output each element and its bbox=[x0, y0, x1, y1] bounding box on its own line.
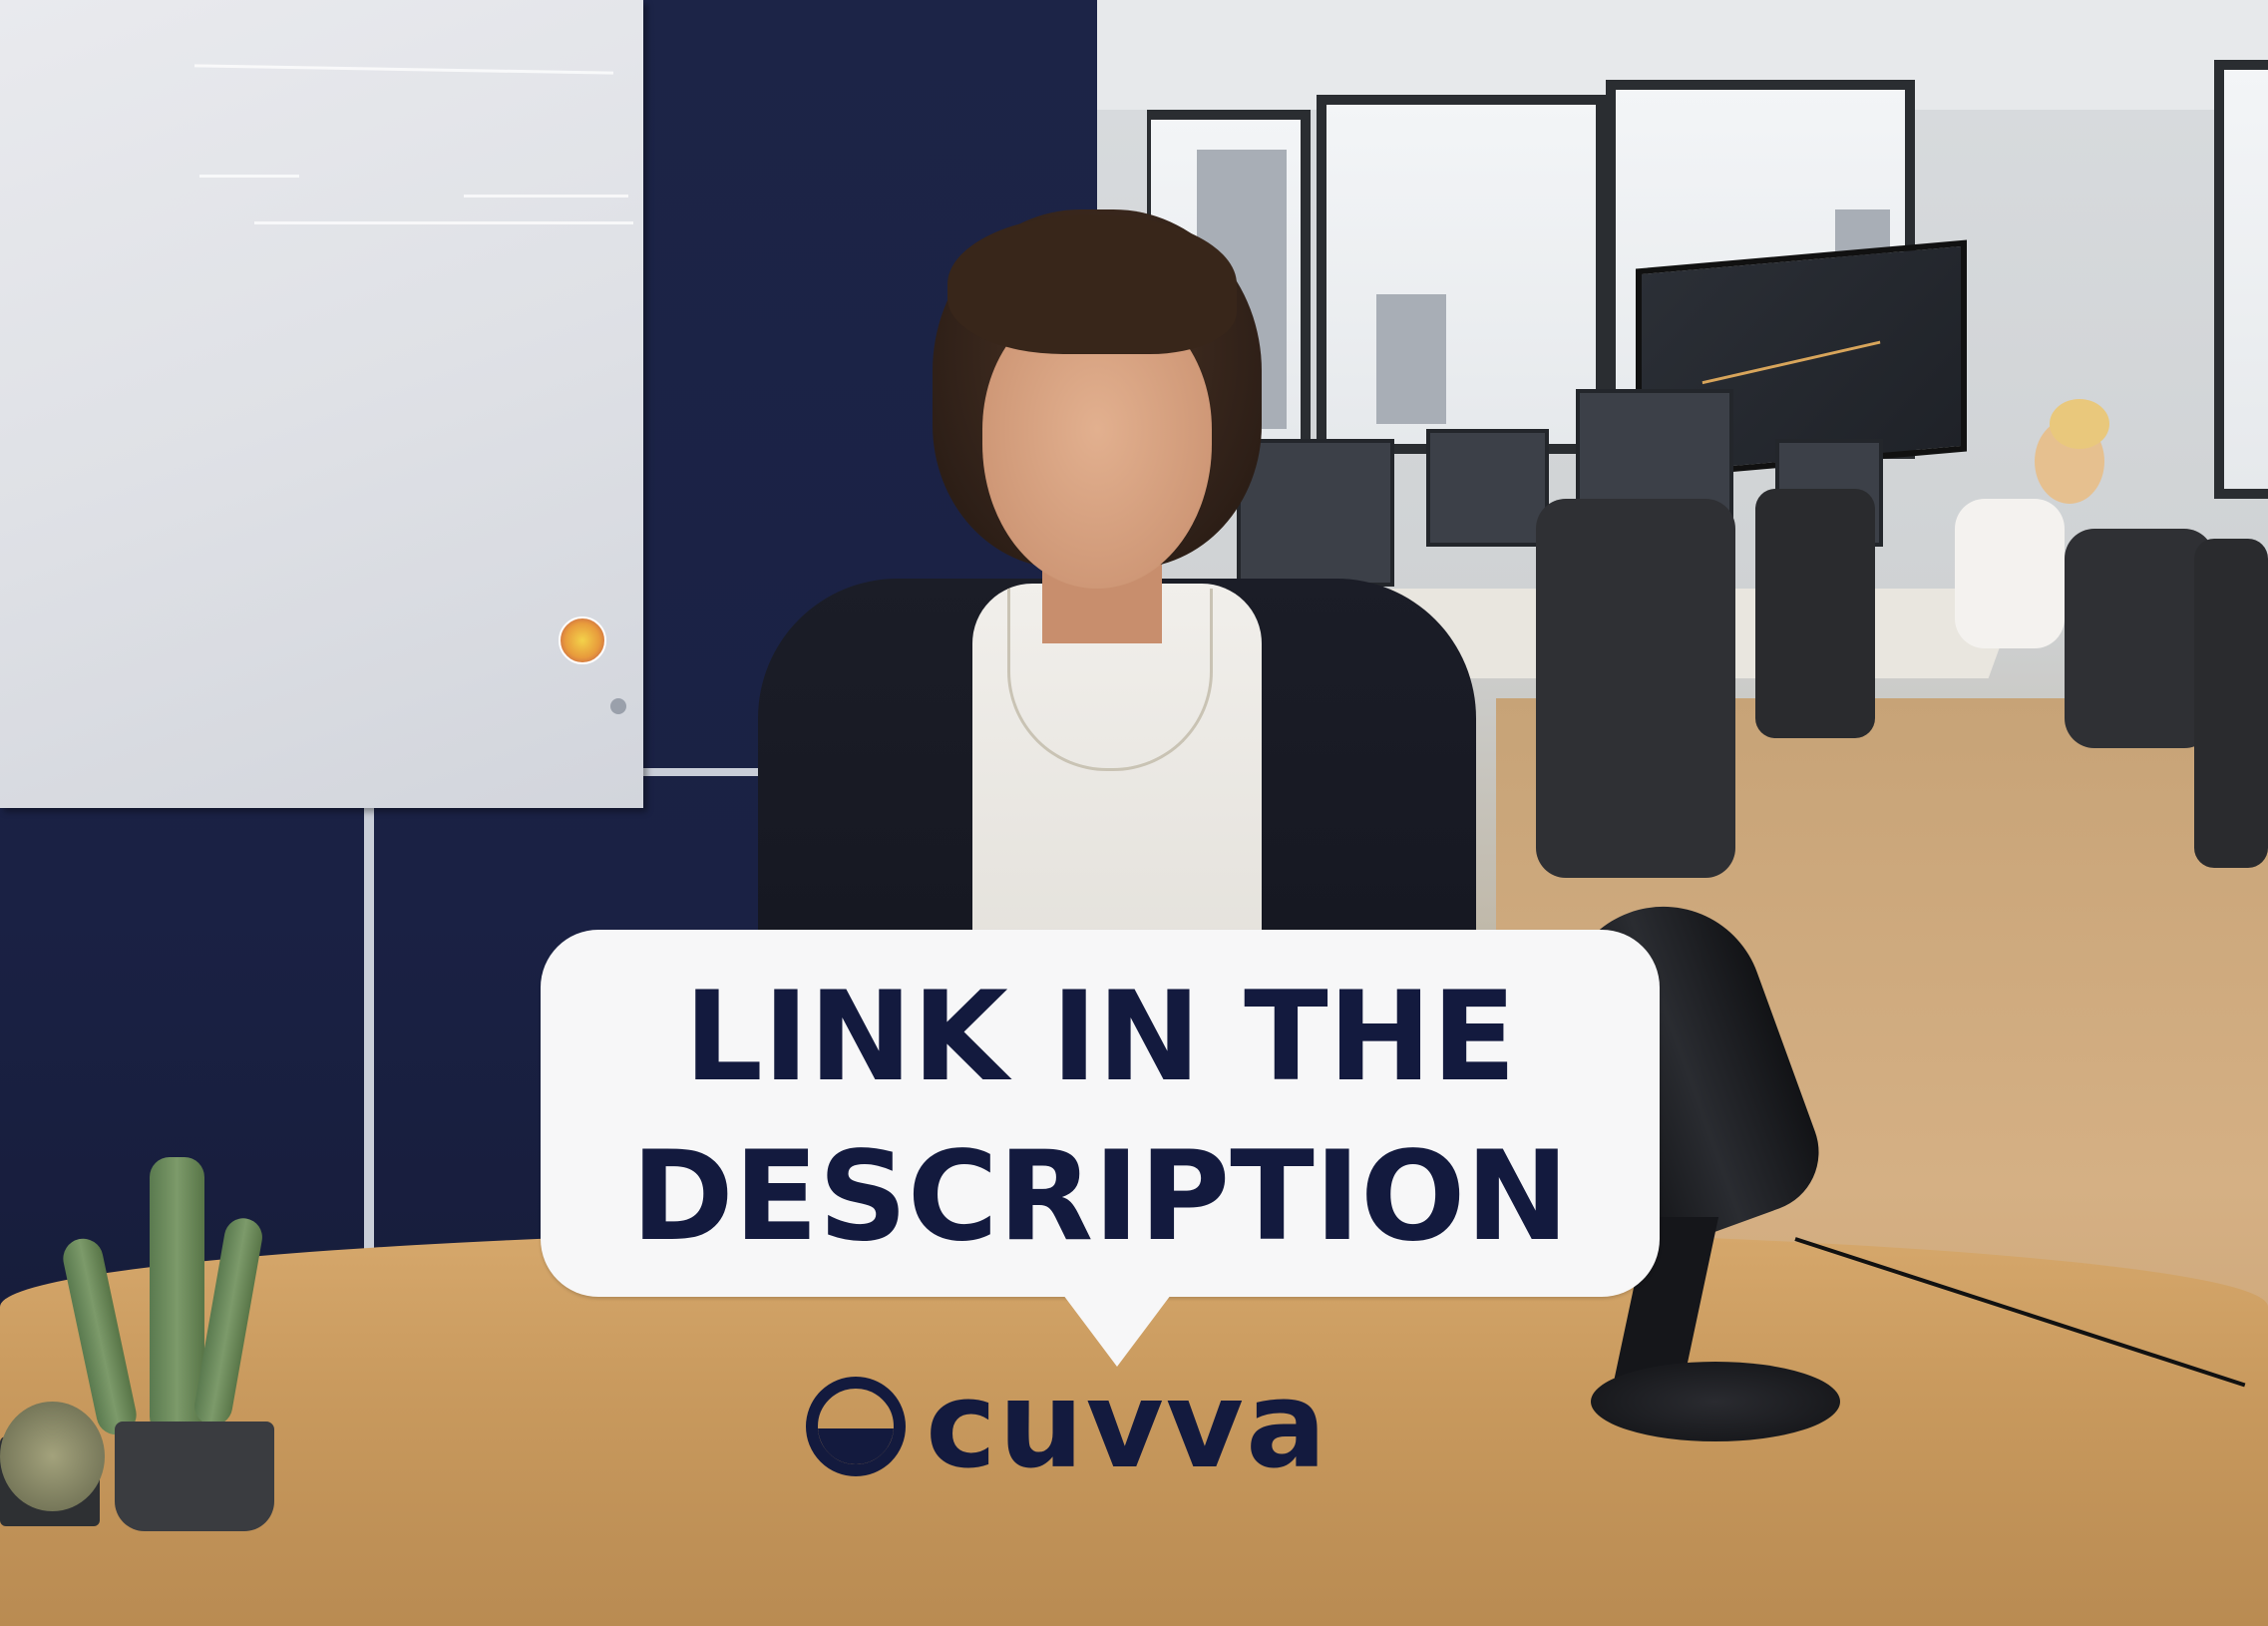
caption-line-1: LINK IN THE bbox=[683, 966, 1517, 1109]
caption-line-2: DESCRIPTION bbox=[630, 1125, 1570, 1269]
speech-bubble-tail bbox=[1057, 1287, 1177, 1367]
whiteboard-reflection bbox=[199, 175, 299, 178]
brand-name: cuvva bbox=[926, 1357, 1328, 1495]
presenter-fringe bbox=[947, 214, 1237, 354]
microphone-base bbox=[1591, 1362, 1840, 1441]
whiteboard-reflection bbox=[194, 64, 613, 75]
desk-monitor bbox=[1426, 429, 1549, 547]
round-cactus-icon bbox=[0, 1402, 105, 1511]
plant-pot bbox=[115, 1422, 274, 1531]
chair-jacket bbox=[2065, 529, 2214, 748]
chair-jacket bbox=[1536, 499, 1735, 878]
office-chair bbox=[2194, 539, 2268, 868]
video-frame: LINK IN THE DESCRIPTION cuvva bbox=[0, 0, 2268, 1626]
magnet-icon bbox=[610, 698, 626, 714]
city-building bbox=[1376, 294, 1446, 424]
sticker-icon bbox=[559, 616, 606, 664]
desk-monitor bbox=[1237, 439, 1394, 587]
cuvva-logo-icon bbox=[806, 1377, 906, 1476]
office-window bbox=[1317, 95, 1606, 454]
coworker-hair bbox=[2050, 399, 2109, 449]
brand-logo: cuvva bbox=[806, 1367, 1328, 1486]
whiteboard bbox=[0, 0, 643, 808]
caption-text: LINK IN THE DESCRIPTION bbox=[541, 958, 1660, 1277]
whiteboard-reflection bbox=[464, 195, 628, 198]
office-window bbox=[2214, 60, 2268, 499]
coworker bbox=[1955, 499, 2065, 648]
office-chair bbox=[1755, 489, 1875, 738]
whiteboard-reflection bbox=[254, 221, 633, 224]
